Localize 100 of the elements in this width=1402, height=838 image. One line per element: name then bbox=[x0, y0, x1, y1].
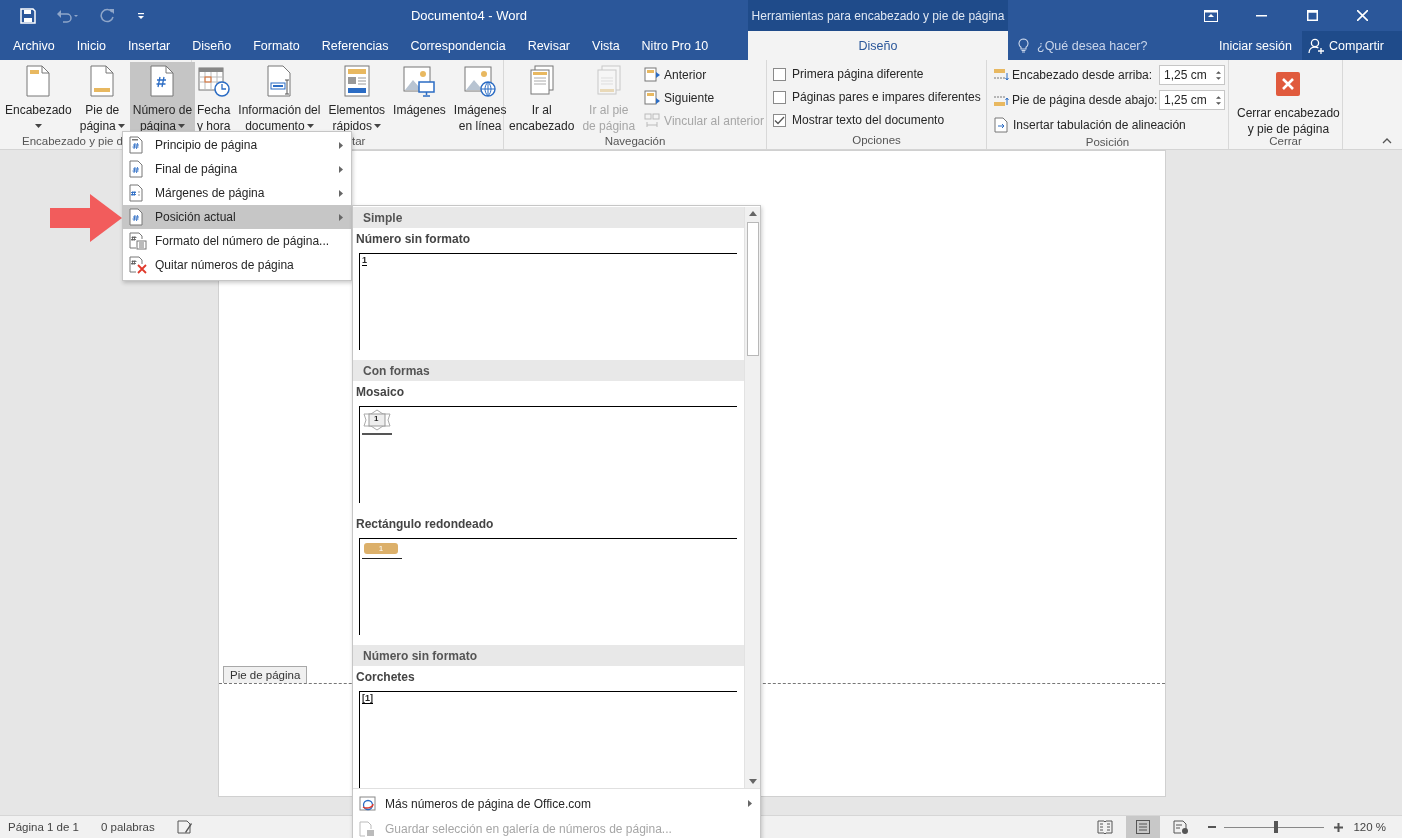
calendar-clock-icon bbox=[197, 65, 230, 97]
spin-arrows-icon[interactable] bbox=[1216, 94, 1221, 106]
gallery-section-header: Número sin formato bbox=[353, 645, 744, 666]
ribbon-tab[interactable]: Formato bbox=[242, 31, 311, 60]
redo-icon[interactable] bbox=[100, 7, 116, 24]
ribbon-tab[interactable]: Correspondencia bbox=[399, 31, 517, 60]
ribbon-display-icon[interactable] bbox=[1204, 9, 1218, 22]
pointer-arrow bbox=[50, 194, 122, 242]
page-number-sample: 1 bbox=[362, 256, 367, 266]
add-person-icon bbox=[1308, 37, 1325, 54]
menu-item[interactable]: Final de página bbox=[123, 157, 351, 181]
customize-caret-icon[interactable] bbox=[136, 10, 146, 21]
maximize-icon[interactable] bbox=[1306, 10, 1318, 21]
share-button[interactable]: Compartir bbox=[1302, 31, 1402, 60]
ribbon-tab[interactable]: Inicio bbox=[65, 31, 117, 60]
submenu-arrow-icon bbox=[339, 141, 343, 149]
page-number-icon bbox=[129, 208, 143, 226]
ribbon-small-button[interactable]: Insertar tabulación de alineación bbox=[993, 115, 1186, 134]
menu-item[interactable]: Más números de página de Office.com bbox=[353, 791, 760, 816]
spinner-field[interactable]: 1,25 cm bbox=[1159, 65, 1225, 85]
ribbon-button[interactable]: Encabezado bbox=[2, 62, 75, 132]
zoom-out-icon[interactable] bbox=[1208, 823, 1217, 831]
next-section-icon bbox=[644, 89, 661, 106]
zoom-thumb[interactable] bbox=[1274, 821, 1279, 833]
quick-parts-icon bbox=[343, 65, 370, 97]
group-label: Navegación bbox=[604, 134, 666, 147]
group-label: Posición bbox=[1085, 135, 1130, 148]
zoom-slider[interactable] bbox=[1224, 820, 1325, 834]
stacked-pages-icon bbox=[595, 65, 622, 97]
mosaic-shape-drawing bbox=[362, 409, 392, 431]
word-count[interactable]: 0 palabras bbox=[101, 821, 155, 833]
ribbon-tab[interactable]: Vista bbox=[581, 31, 631, 60]
page-number-icon bbox=[150, 65, 175, 97]
context-header: Herramientas para encabezado y pie de página bbox=[751, 8, 1005, 23]
scroll-down-icon[interactable] bbox=[748, 779, 757, 784]
lightbulb-icon bbox=[1018, 38, 1029, 53]
ribbon-tab[interactable]: Diseño bbox=[748, 31, 1008, 60]
ribbon-tab[interactable]: Nitro Pro 10 bbox=[630, 31, 720, 60]
zoom-in-icon[interactable] bbox=[1334, 822, 1344, 832]
spinner-field[interactable]: 1,25 cm bbox=[1159, 90, 1225, 110]
sign-in-link[interactable]: Iniciar sesión bbox=[1209, 31, 1302, 60]
ribbon-tab[interactable]: Referencias bbox=[310, 31, 400, 60]
group-label: Opciones bbox=[852, 134, 901, 146]
caret-icon bbox=[178, 124, 185, 128]
ribbon-small-button[interactable]: Siguiente bbox=[644, 88, 764, 107]
page-number-icon bbox=[129, 160, 143, 178]
gallery-preview[interactable]: 1 bbox=[359, 253, 737, 350]
spinner-label: Encabezado desde arriba: bbox=[1012, 68, 1154, 82]
collapse-ribbon-icon[interactable] bbox=[1382, 138, 1392, 144]
checkbox-label: Páginas pares e impares diferentes bbox=[792, 90, 981, 104]
checkbox[interactable] bbox=[773, 90, 786, 104]
tell-me-field[interactable]: ¿Qué desea hacer? bbox=[1035, 37, 1189, 54]
scrollbar[interactable] bbox=[744, 207, 760, 788]
scroll-up-icon[interactable] bbox=[748, 211, 757, 216]
gallery-item-name: Número sin formato bbox=[355, 231, 471, 248]
checkbox[interactable] bbox=[773, 67, 786, 81]
number-format-icon bbox=[129, 232, 147, 250]
menu-item[interactable]: Formato del número de página... bbox=[123, 229, 351, 253]
ribbon-tab[interactable]: Insertar bbox=[116, 31, 182, 60]
menu-item[interactable]: Márgenes de página bbox=[123, 181, 351, 205]
window-title: Documento4 - Word bbox=[410, 8, 528, 23]
scroll-thumb[interactable] bbox=[746, 222, 759, 356]
header-page-icon bbox=[26, 65, 51, 97]
ribbon-button[interactable]: Imágenes bbox=[390, 62, 449, 132]
gallery-item-name: Corchetes bbox=[355, 669, 416, 686]
ribbon-small-button[interactable]: Anterior bbox=[644, 65, 764, 84]
page-number-sample: 1 bbox=[364, 543, 398, 554]
page-number-sample: 1 bbox=[374, 414, 379, 423]
previous-section-icon bbox=[644, 66, 661, 83]
group-label: Cerrar bbox=[1269, 134, 1302, 147]
view-button[interactable] bbox=[1126, 816, 1161, 838]
menu-item[interactable]: Posición actual bbox=[123, 205, 351, 229]
footer-page-icon bbox=[90, 65, 115, 97]
zoom-level[interactable]: 120 % bbox=[1353, 821, 1402, 833]
gallery-preview[interactable]: [1] bbox=[359, 691, 737, 788]
spin-arrows-icon[interactable] bbox=[1216, 69, 1221, 81]
remove-number-icon bbox=[129, 256, 147, 274]
ribbon-button[interactable]: Pie de página bbox=[76, 62, 128, 132]
save-icon[interactable] bbox=[20, 7, 36, 24]
spinner-label: Pie de página desde abajo: bbox=[1012, 93, 1156, 107]
ribbon-tab[interactable]: Archivo bbox=[2, 31, 66, 60]
gallery-section-header: Simple bbox=[353, 207, 744, 228]
web-page-icon bbox=[359, 795, 377, 812]
gallery-preview[interactable]: 1 bbox=[359, 406, 737, 503]
checkbox[interactable] bbox=[773, 113, 786, 127]
close-icon[interactable] bbox=[1357, 10, 1369, 21]
page-count[interactable]: Página 1 de 1 bbox=[8, 821, 79, 833]
alignment-tab-icon bbox=[993, 116, 1009, 133]
submenu-arrow-icon bbox=[339, 213, 343, 221]
proofing-icon[interactable] bbox=[176, 820, 193, 834]
web-layout-icon bbox=[1173, 820, 1190, 834]
group-label: tar bbox=[352, 134, 366, 147]
ribbon-tab[interactable]: Revisar bbox=[516, 31, 581, 60]
ribbon-button[interactable]: Elementos rápidos bbox=[325, 62, 389, 132]
link-sections-icon bbox=[644, 112, 661, 129]
menu-item[interactable]: Principio de página bbox=[123, 133, 351, 157]
gallery-section-header: Con formas bbox=[353, 360, 744, 381]
ribbon-tab[interactable]: Diseño bbox=[181, 31, 243, 60]
menu-item[interactable]: Quitar números de página bbox=[123, 253, 351, 277]
minimize-icon[interactable] bbox=[1256, 14, 1268, 17]
